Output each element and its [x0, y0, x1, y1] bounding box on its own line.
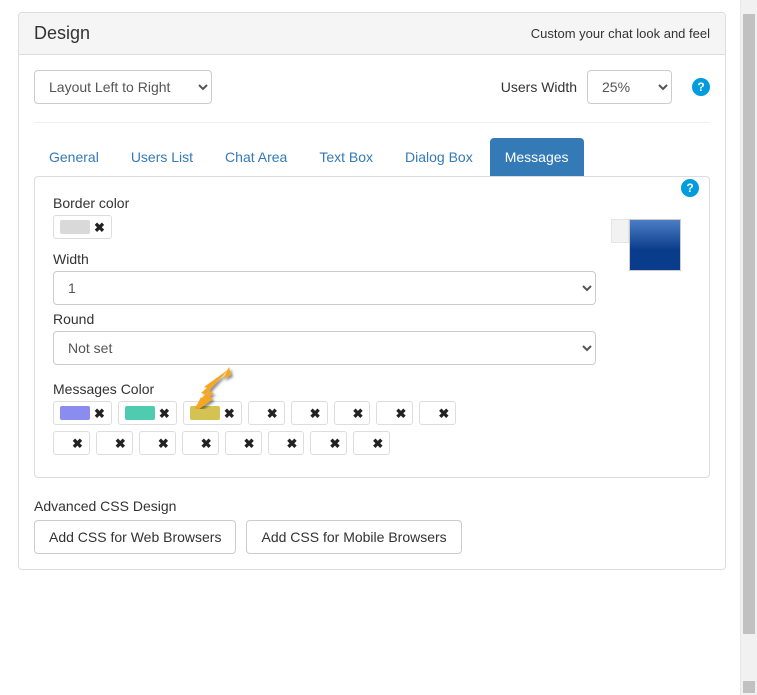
scrollbar-thumb[interactable]	[743, 14, 755, 634]
messages-tab-pane: ? Border color ✖	[34, 176, 710, 478]
clear-color-icon[interactable]: ✖	[224, 407, 235, 420]
users-width-label: Users Width	[501, 79, 577, 95]
advanced-css-section: Advanced CSS Design Add CSS for Web Brow…	[34, 498, 710, 554]
message-color-slot[interactable]: ✖	[183, 401, 242, 425]
color-swatch	[190, 406, 220, 420]
messages-colors-row2: ✖ ✖ ✖ ✖ ✖ ✖ ✖ ✖	[53, 431, 533, 455]
tab-users-list[interactable]: Users List	[116, 138, 208, 176]
message-color-slot[interactable]: ✖	[53, 401, 112, 425]
panel-header: Design Custom your chat look and feel	[19, 13, 725, 55]
border-color-swatch	[60, 220, 90, 234]
design-panel: Design Custom your chat look and feel La…	[18, 12, 726, 570]
clear-color-icon[interactable]: ✖	[438, 407, 449, 420]
color-swatch	[360, 436, 368, 450]
color-swatch	[275, 436, 283, 450]
clear-color-icon[interactable]: ✖	[267, 407, 278, 420]
message-color-slot[interactable]: ✖	[225, 431, 262, 455]
add-css-mobile-button[interactable]: Add CSS for Mobile Browsers	[246, 520, 461, 554]
clear-color-icon[interactable]: ✖	[115, 437, 126, 450]
color-swatch	[103, 436, 111, 450]
clear-color-icon[interactable]: ✖	[201, 437, 212, 450]
color-swatch	[255, 406, 263, 420]
color-swatch	[232, 436, 240, 450]
vertical-scrollbar[interactable]	[740, 0, 757, 695]
color-swatch	[426, 406, 434, 420]
scrollbar-down-button[interactable]	[743, 681, 755, 693]
color-swatch	[125, 406, 155, 420]
clear-color-icon[interactable]: ✖	[158, 437, 169, 450]
color-swatch	[383, 406, 391, 420]
tab-text-box[interactable]: Text Box	[304, 138, 388, 176]
message-color-slot[interactable]: ✖	[53, 431, 90, 455]
layout-direction-select[interactable]: Layout Left to Right	[34, 70, 212, 104]
color-swatch	[146, 436, 154, 450]
border-round-select[interactable]: Not set	[53, 331, 596, 365]
messages-color-label: Messages Color	[53, 381, 691, 397]
message-color-slot[interactable]: ✖	[182, 431, 219, 455]
color-swatch	[317, 436, 325, 450]
clear-border-color-icon[interactable]: ✖	[94, 221, 105, 234]
clear-color-icon[interactable]: ✖	[94, 407, 105, 420]
message-color-slot[interactable]: ✖	[268, 431, 305, 455]
clear-color-icon[interactable]: ✖	[372, 437, 383, 450]
advanced-css-heading: Advanced CSS Design	[34, 498, 710, 514]
tab-dialog-box[interactable]: Dialog Box	[390, 138, 488, 176]
border-color-picker[interactable]: ✖	[53, 215, 112, 239]
border-color-label: Border color	[53, 195, 596, 211]
tab-general[interactable]: General	[34, 138, 114, 176]
preview-main	[629, 219, 681, 271]
color-swatch	[60, 406, 90, 420]
clear-color-icon[interactable]: ✖	[395, 407, 406, 420]
clear-color-icon[interactable]: ✖	[353, 407, 364, 420]
message-color-slot[interactable]: ✖	[118, 401, 177, 425]
color-swatch	[341, 406, 349, 420]
color-swatch	[298, 406, 306, 420]
clear-color-icon[interactable]: ✖	[310, 407, 321, 420]
color-swatch	[189, 436, 197, 450]
message-color-slot[interactable]: ✖	[96, 431, 133, 455]
message-color-slot[interactable]: ✖	[334, 401, 371, 425]
color-swatch	[60, 436, 68, 450]
message-color-slot[interactable]: ✖	[353, 431, 390, 455]
messages-colors-row1: ✖ ✖ ✖ ✖ ✖ ✖ ✖ ✖	[53, 401, 533, 425]
tab-bar: General Users List Chat Area Text Box Di…	[34, 138, 710, 176]
message-color-slot[interactable]: ✖	[419, 401, 456, 425]
round-label: Round	[53, 311, 596, 327]
message-color-slot[interactable]: ✖	[310, 431, 347, 455]
clear-color-icon[interactable]: ✖	[72, 437, 83, 450]
message-color-slot[interactable]: ✖	[248, 401, 285, 425]
add-css-web-button[interactable]: Add CSS for Web Browsers	[34, 520, 236, 554]
clear-color-icon[interactable]: ✖	[287, 437, 298, 450]
clear-color-icon[interactable]: ✖	[159, 407, 170, 420]
width-label: Width	[53, 251, 596, 267]
help-icon[interactable]: ?	[692, 78, 710, 96]
message-color-slot[interactable]: ✖	[291, 401, 328, 425]
preview-secondary	[611, 219, 629, 243]
clear-color-icon[interactable]: ✖	[329, 437, 340, 450]
message-color-slot[interactable]: ✖	[139, 431, 176, 455]
tab-chat-area[interactable]: Chat Area	[210, 138, 302, 176]
panel-title: Design	[34, 23, 90, 44]
message-color-slot[interactable]: ✖	[376, 401, 413, 425]
panel-subtitle: Custom your chat look and feel	[531, 26, 710, 41]
preview-wrap	[611, 195, 691, 271]
tab-messages[interactable]: Messages	[490, 138, 584, 176]
clear-color-icon[interactable]: ✖	[244, 437, 255, 450]
users-width-select[interactable]: 25%	[587, 70, 672, 104]
top-controls-row: Layout Left to Right Users Width 25% ?	[34, 70, 710, 123]
border-width-select[interactable]: 1	[53, 271, 596, 305]
